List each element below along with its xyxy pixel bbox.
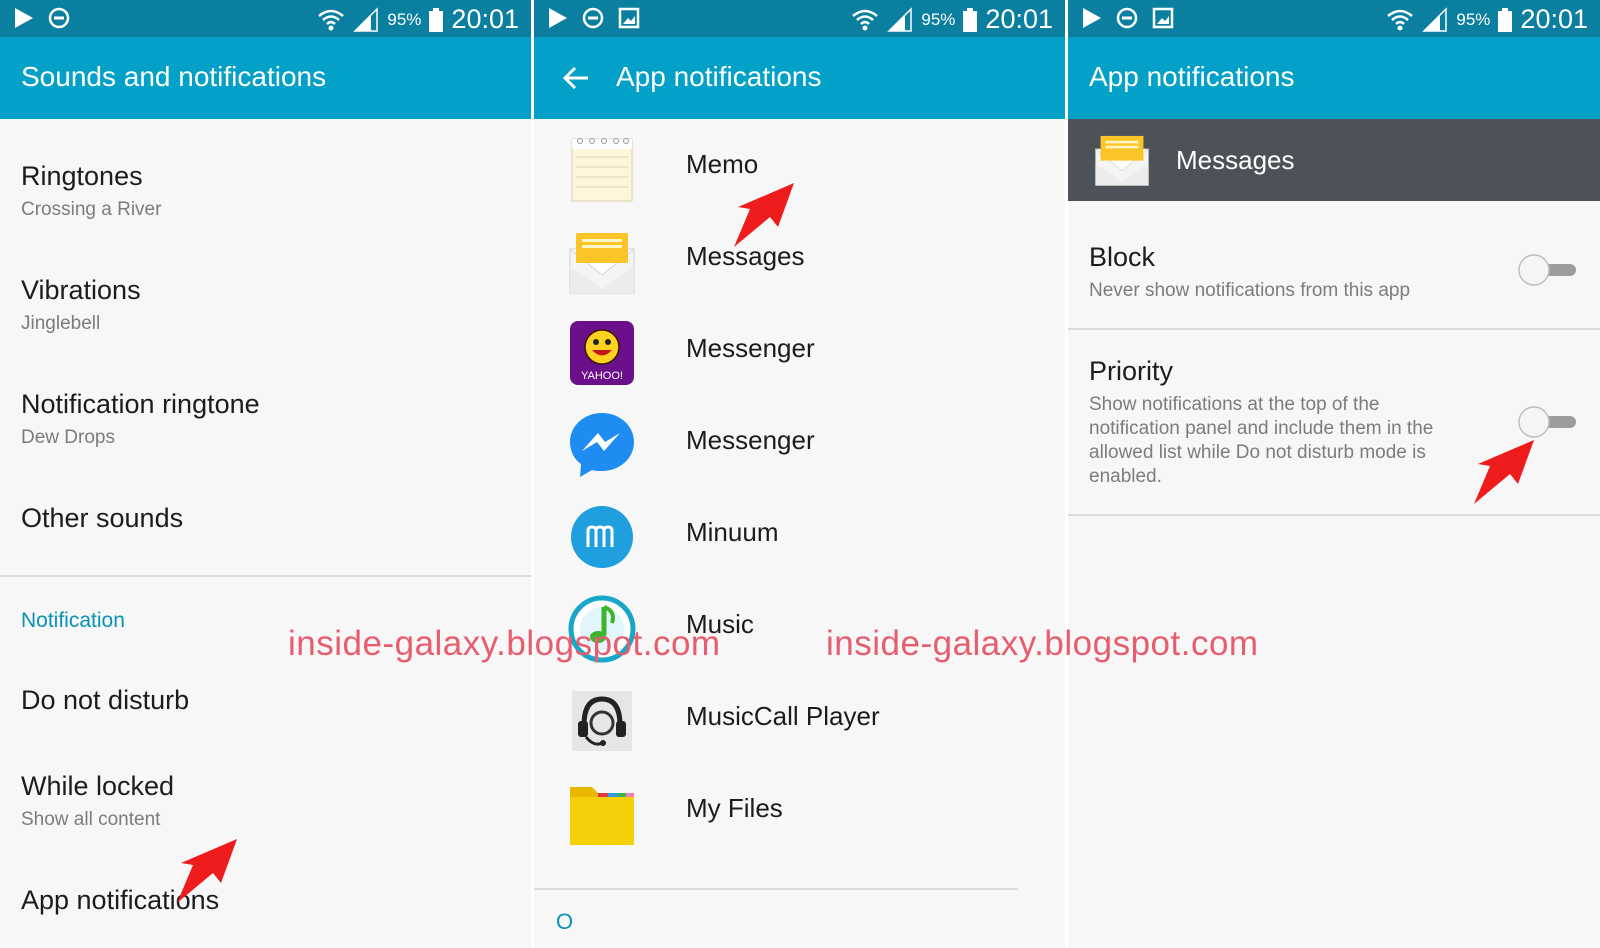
clock: 20:01 bbox=[451, 4, 519, 34]
divider bbox=[1068, 514, 1600, 516]
while-locked-title: While locked bbox=[21, 771, 175, 801]
app-row-facebook-messenger[interactable]: Messenger bbox=[568, 405, 1048, 485]
screenshot-icon bbox=[618, 7, 640, 29]
app-row-memo[interactable]: Memo bbox=[568, 129, 1048, 209]
sounds-notifications-screen: 95% 20:01 Sounds and notifications Ringt… bbox=[0, 0, 531, 948]
while-locked-value: Show all content bbox=[21, 809, 161, 830]
priority-toggle[interactable] bbox=[1518, 404, 1578, 440]
app-name: Memo bbox=[686, 149, 759, 179]
app-row-yahoo-messenger[interactable]: YAHOO! Messenger bbox=[568, 313, 1048, 393]
pointer-arrow-icon bbox=[177, 839, 237, 903]
yahoo-messenger-icon: YAHOO! bbox=[570, 321, 634, 385]
block-description: Never show notifications from this app bbox=[1089, 280, 1411, 301]
divider bbox=[1068, 328, 1600, 330]
status-bar: 95% 20:01 bbox=[1068, 0, 1600, 37]
other-sounds-title: Other sounds bbox=[21, 503, 184, 533]
app-name: MusicCall Player bbox=[686, 701, 880, 731]
vibrations-value: Jinglebell bbox=[21, 313, 101, 334]
watermark-text: inside-galaxy.blogspot.com bbox=[288, 624, 721, 663]
settings-list: Ringtones Crossing a River Vibrations Ji… bbox=[0, 119, 531, 948]
svg-text:YAHOO!: YAHOO! bbox=[581, 370, 623, 382]
app-header: Messages bbox=[1068, 119, 1600, 201]
priority-description-line: enabled. bbox=[1089, 466, 1162, 487]
do-not-disturb-icon bbox=[1116, 7, 1138, 29]
app-name: Messenger bbox=[686, 425, 815, 455]
priority-title: Priority bbox=[1089, 356, 1174, 386]
screenshot-icon bbox=[1152, 7, 1174, 29]
my-files-icon bbox=[570, 787, 634, 845]
messages-icon bbox=[568, 233, 636, 294]
signal-icon bbox=[887, 6, 913, 32]
block-toggle[interactable] bbox=[1518, 252, 1578, 288]
pointer-arrow-icon bbox=[734, 183, 794, 247]
facebook-messenger-icon bbox=[570, 413, 634, 477]
do-not-disturb-icon bbox=[582, 7, 604, 29]
wifi-icon bbox=[852, 9, 879, 30]
battery-percent: 95% bbox=[387, 9, 422, 29]
app-list: Memo Messages YAHOO! Messenger Messenger… bbox=[534, 119, 1065, 948]
page-title: App notifications bbox=[1089, 61, 1295, 92]
clock: 20:01 bbox=[1520, 4, 1588, 34]
battery-icon bbox=[1498, 7, 1513, 32]
priority-description-line: allowed list while Do not disturb mode i… bbox=[1089, 442, 1426, 463]
vibrations-title: Vibrations bbox=[21, 275, 141, 305]
play-icon bbox=[1083, 8, 1101, 28]
page-title: Sounds and notifications bbox=[21, 61, 327, 92]
app-row-my-files[interactable]: My Files bbox=[568, 773, 1048, 853]
app-name: My Files bbox=[686, 793, 783, 823]
watermark-text: inside-galaxy.blogspot.com bbox=[826, 624, 1259, 663]
play-icon bbox=[549, 8, 567, 28]
app-bar: App notifications bbox=[1068, 37, 1600, 119]
ringtones-value: Crossing a River bbox=[21, 199, 162, 220]
clock: 20:01 bbox=[985, 4, 1053, 34]
page-title: App notifications bbox=[616, 61, 822, 92]
block-title: Block bbox=[1089, 242, 1156, 272]
messages-icon bbox=[1094, 135, 1150, 186]
back-arrow-icon[interactable] bbox=[562, 65, 590, 91]
app-name: Minuum bbox=[686, 517, 779, 547]
wifi-icon bbox=[1387, 9, 1414, 30]
messages-notification-settings-screen: 95% 20:01 App notifications Messages Blo… bbox=[1068, 0, 1600, 948]
status-bar: 95% 20:01 bbox=[0, 0, 531, 37]
battery-percent: 95% bbox=[1456, 9, 1491, 29]
divider bbox=[0, 575, 531, 577]
ringtones-title: Ringtones bbox=[21, 161, 143, 191]
wifi-icon bbox=[318, 9, 345, 30]
app-name: Messenger bbox=[686, 333, 815, 363]
musiccall-player-icon bbox=[572, 691, 632, 751]
priority-description-line: Show notifications at the top of the bbox=[1089, 394, 1380, 415]
battery-icon bbox=[963, 7, 978, 32]
signal-icon bbox=[353, 6, 379, 32]
notification-ringtone-value: Dew Drops bbox=[21, 427, 115, 448]
priority-description-line: notification panel and include them in t… bbox=[1089, 418, 1434, 439]
battery-icon bbox=[429, 7, 444, 32]
play-icon bbox=[15, 8, 33, 28]
notification-ringtone-title: Notification ringtone bbox=[21, 389, 260, 419]
memo-icon bbox=[571, 138, 633, 202]
app-row-messages[interactable]: Messages bbox=[568, 221, 1048, 301]
minuum-icon bbox=[571, 506, 633, 568]
app-notifications-list-screen: 95% 20:01 App notifications Memo Message… bbox=[534, 0, 1065, 948]
app-name: Messages bbox=[1176, 145, 1295, 175]
signal-icon bbox=[1422, 6, 1448, 32]
index-letter: O bbox=[556, 909, 574, 934]
app-bar: App notifications bbox=[534, 37, 1065, 119]
pointer-arrow-icon bbox=[1474, 440, 1534, 504]
app-row-minuum[interactable]: Minuum bbox=[568, 497, 1048, 577]
battery-percent: 95% bbox=[921, 9, 956, 29]
status-bar: 95% 20:01 bbox=[534, 0, 1065, 37]
divider bbox=[534, 888, 1018, 890]
app-bar: Sounds and notifications bbox=[0, 37, 531, 119]
app-row-musiccall-player[interactable]: MusicCall Player bbox=[568, 681, 1048, 761]
section-header-notification: Notification bbox=[21, 609, 125, 632]
do-not-disturb-icon bbox=[48, 7, 70, 29]
do-not-disturb-title: Do not disturb bbox=[21, 685, 190, 715]
